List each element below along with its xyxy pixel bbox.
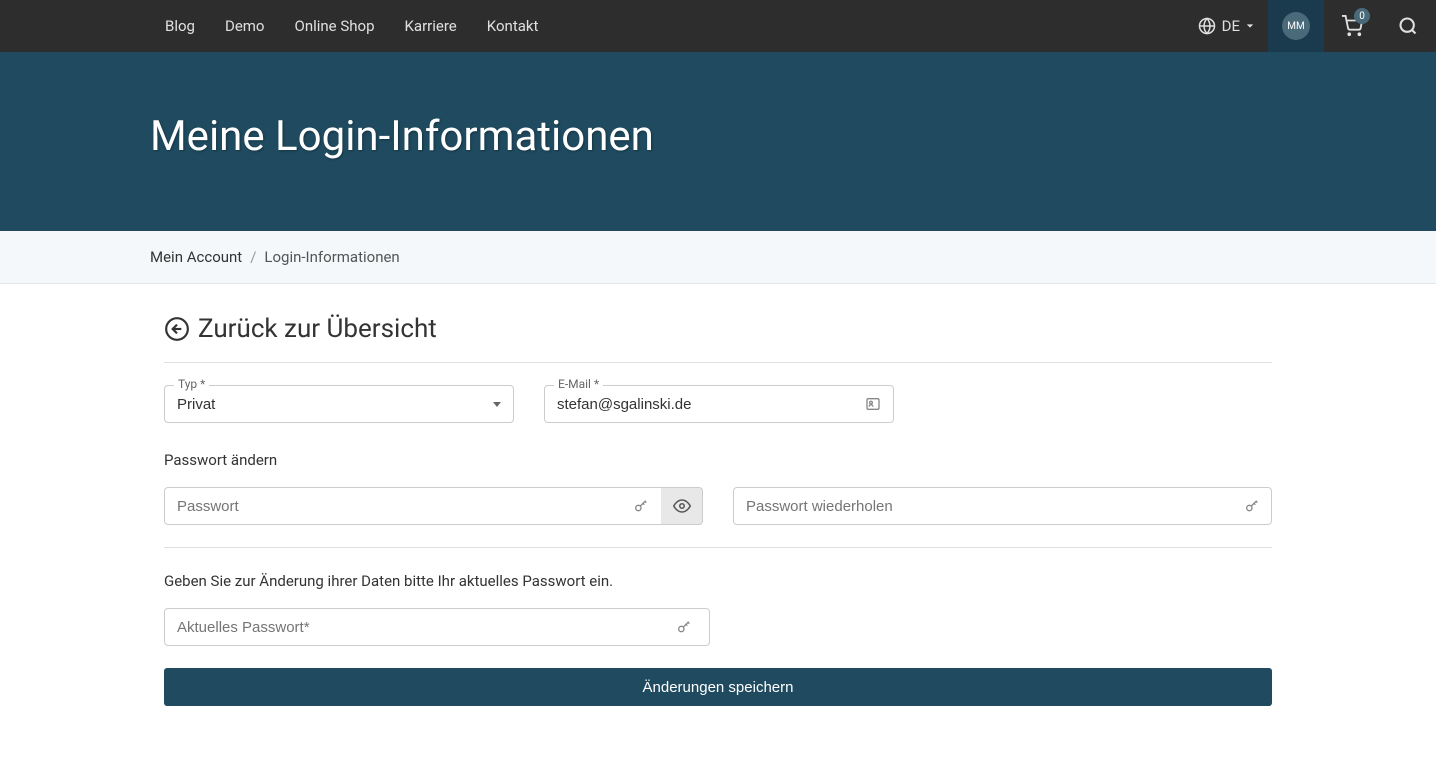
nav-link-demo[interactable]: Demo xyxy=(210,1,280,51)
globe-icon xyxy=(1198,17,1216,35)
nav-link-blog[interactable]: Blog xyxy=(150,1,210,51)
password-input[interactable] xyxy=(164,487,667,525)
top-nav: Blog Demo Online Shop Karriere Kontakt D… xyxy=(0,0,1436,52)
cart-count-badge: 0 xyxy=(1354,8,1370,24)
email-field-group: E-Mail * xyxy=(544,385,894,423)
breadcrumb-bar: Mein Account / Login-Informationen xyxy=(0,231,1436,284)
breadcrumb-current: Login-Informationen xyxy=(264,248,399,266)
current-password-field xyxy=(164,608,704,646)
eye-icon xyxy=(673,497,691,515)
page-title: Meine Login-Informationen xyxy=(150,112,1286,161)
arrow-left-circle-icon xyxy=(164,316,190,342)
type-label: Typ * xyxy=(174,377,209,391)
type-select-wrap[interactable]: Privat xyxy=(164,385,514,423)
contact-card-icon xyxy=(865,396,881,412)
password-visibility-toggle[interactable] xyxy=(661,487,703,525)
back-link-label: Zurück zur Übersicht xyxy=(198,314,437,344)
password-repeat-input[interactable] xyxy=(733,487,1272,525)
nav-link-karriere[interactable]: Karriere xyxy=(390,1,472,51)
key-icon xyxy=(1244,498,1260,514)
language-selector[interactable]: DE xyxy=(1184,0,1268,52)
cart-button[interactable]: 0 xyxy=(1324,0,1380,52)
current-password-row xyxy=(164,608,1272,646)
hero: Meine Login-Informationen xyxy=(0,52,1436,231)
language-label: DE xyxy=(1222,17,1240,35)
password-field xyxy=(164,487,703,525)
avatar: MM xyxy=(1282,12,1310,40)
nav-link-kontakt[interactable]: Kontakt xyxy=(472,1,554,51)
main-content: Zurück zur Übersicht Typ * Privat E-Mail… xyxy=(0,284,1436,746)
search-icon xyxy=(1398,16,1418,36)
caret-down-icon xyxy=(1246,22,1254,30)
current-password-input[interactable] xyxy=(164,608,710,646)
breadcrumb: Mein Account / Login-Informationen xyxy=(150,248,1286,266)
password-row xyxy=(164,487,1272,525)
form-row-type-email: Typ * Privat E-Mail * xyxy=(164,385,1272,423)
type-select[interactable]: Privat xyxy=(177,396,487,413)
account-menu[interactable]: MM xyxy=(1268,0,1324,52)
nav-links: Blog Demo Online Shop Karriere Kontakt xyxy=(150,1,553,51)
email-input[interactable] xyxy=(557,396,865,413)
divider xyxy=(164,547,1272,548)
save-changes-button[interactable]: Änderungen speichern xyxy=(164,668,1272,706)
breadcrumb-separator: / xyxy=(250,248,256,266)
type-field-group: Typ * Privat xyxy=(164,385,514,423)
back-to-overview-link[interactable]: Zurück zur Übersicht xyxy=(164,314,1272,363)
search-button[interactable] xyxy=(1380,0,1436,52)
email-label: E-Mail * xyxy=(554,377,603,391)
nav-link-shop[interactable]: Online Shop xyxy=(280,1,390,51)
current-password-instruction: Geben Sie zur Änderung ihrer Daten bitte… xyxy=(164,572,1272,590)
password-repeat-field xyxy=(733,487,1272,525)
password-section-label: Passwort ändern xyxy=(164,451,1272,469)
nav-right: DE MM 0 xyxy=(1184,0,1436,52)
breadcrumb-parent[interactable]: Mein Account xyxy=(150,248,242,266)
